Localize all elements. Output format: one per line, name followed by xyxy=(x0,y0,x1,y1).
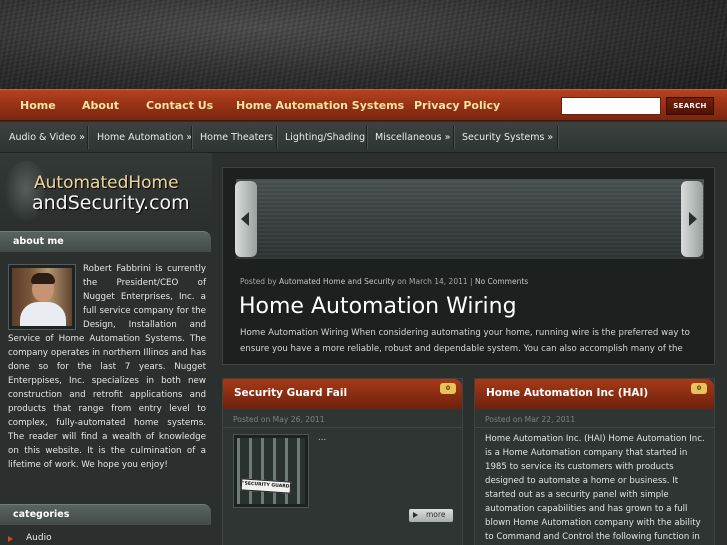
bullet-arrow-icon xyxy=(8,536,13,542)
thumbnail-sign: "SECURITY GUARD" xyxy=(240,478,292,494)
divider xyxy=(475,427,714,428)
post-excerpt: Home Automation Inc. (HAI) Home Automati… xyxy=(485,434,705,542)
about-text-block: Robert Fabbrini is currently the Preside… xyxy=(8,262,206,472)
subnav-security-systems[interactable]: Security Systems » xyxy=(462,122,553,153)
post-excerpt: ... xyxy=(318,433,327,443)
post-title[interactable]: Security Guard Fail xyxy=(234,387,347,399)
nav-home-automation-systems[interactable]: Home Automation Systems xyxy=(236,99,404,112)
subnav-miscellaneous[interactable]: Miscellaneous » xyxy=(375,122,450,153)
nav-about[interactable]: About xyxy=(82,99,119,112)
nav-home[interactable]: Home xyxy=(20,99,56,112)
featured-author-link[interactable]: Automated Home and Security xyxy=(279,277,395,286)
search-input[interactable] xyxy=(561,97,661,115)
header-banner xyxy=(0,0,727,89)
nav-privacy-policy[interactable]: Privacy Policy xyxy=(414,99,500,112)
slider-prev-button[interactable] xyxy=(235,181,257,257)
featured-title[interactable]: Home Automation Wiring xyxy=(239,294,517,319)
divider xyxy=(223,427,462,428)
category-nav: Audio & Video » Home Automation » Home T… xyxy=(0,122,727,153)
categories-widget-heading: categories xyxy=(13,509,70,520)
logo-text-line1: AutomatedHome xyxy=(34,173,179,193)
meta-prefix: Posted by xyxy=(240,277,280,286)
subnav-home-automation[interactable]: Home Automation » xyxy=(97,122,192,153)
post-header: Home Automation Inc (HAI) 0 xyxy=(475,379,714,409)
post-date: Posted on May 26, 2011 xyxy=(233,415,325,424)
more-label: more xyxy=(426,510,446,519)
more-button[interactable]: more xyxy=(409,509,453,522)
subnav-separator xyxy=(191,126,192,149)
main-nav: Home About Contact Us Home Automation Sy… xyxy=(0,89,727,121)
subnav-separator xyxy=(87,126,88,149)
post-card: Security Guard Fail 0 Posted on May 26, … xyxy=(222,378,463,545)
categories-widget-title: categories xyxy=(0,504,211,525)
post-card: Home Automation Inc (HAI) 0 Posted on Ma… xyxy=(474,378,715,545)
logo-text-line2: andSecurity.com xyxy=(32,192,190,214)
slider-next-button[interactable] xyxy=(681,181,703,257)
site-logo[interactable]: AutomatedHome andSecurity.com xyxy=(0,153,212,231)
nav-contact-us[interactable]: Contact Us xyxy=(146,99,213,112)
subnav-home-theaters[interactable]: Home Theaters xyxy=(200,122,273,153)
about-widget-heading: about me xyxy=(13,236,64,247)
post-date: Posted on Mar 22, 2011 xyxy=(485,415,576,424)
arrow-right-icon xyxy=(689,212,697,226)
search-button[interactable]: SEARCH xyxy=(666,97,714,115)
subnav-separator xyxy=(557,126,558,149)
slide-image[interactable] xyxy=(236,179,704,259)
subnav-separator xyxy=(276,126,277,149)
featured-comments-link[interactable]: No Comments xyxy=(475,277,528,286)
meta-date: on March 14, 2011 | xyxy=(394,277,475,286)
featured-excerpt: Home Automation Wiring When considering … xyxy=(240,328,690,354)
subnav-audio-video[interactable]: Audio & Video » xyxy=(9,122,85,153)
subnav-lighting-shading[interactable]: Lighting/Shading xyxy=(285,122,365,153)
featured-slider: Posted by Automated Home and Security on… xyxy=(222,167,715,365)
about-widget: Robert Fabbrini is currently the Preside… xyxy=(0,253,212,503)
category-label[interactable]: Audio xyxy=(26,533,52,543)
post-header: Security Guard Fail 0 xyxy=(223,379,462,409)
comment-count-icon[interactable]: 0 xyxy=(691,383,707,394)
post-title[interactable]: Home Automation Inc (HAI) xyxy=(486,387,648,399)
about-widget-title: about me xyxy=(0,231,211,252)
featured-meta: Posted by Automated Home and Security on… xyxy=(240,277,528,286)
arrow-left-icon xyxy=(241,212,249,226)
comment-count-icon[interactable]: 0 xyxy=(440,383,456,394)
subnav-separator xyxy=(453,126,454,149)
subnav-separator xyxy=(366,126,367,149)
play-arrow-icon xyxy=(413,512,418,518)
category-item[interactable]: Audio xyxy=(0,528,212,545)
post-thumbnail[interactable]: "SECURITY GUARD" xyxy=(233,434,309,508)
